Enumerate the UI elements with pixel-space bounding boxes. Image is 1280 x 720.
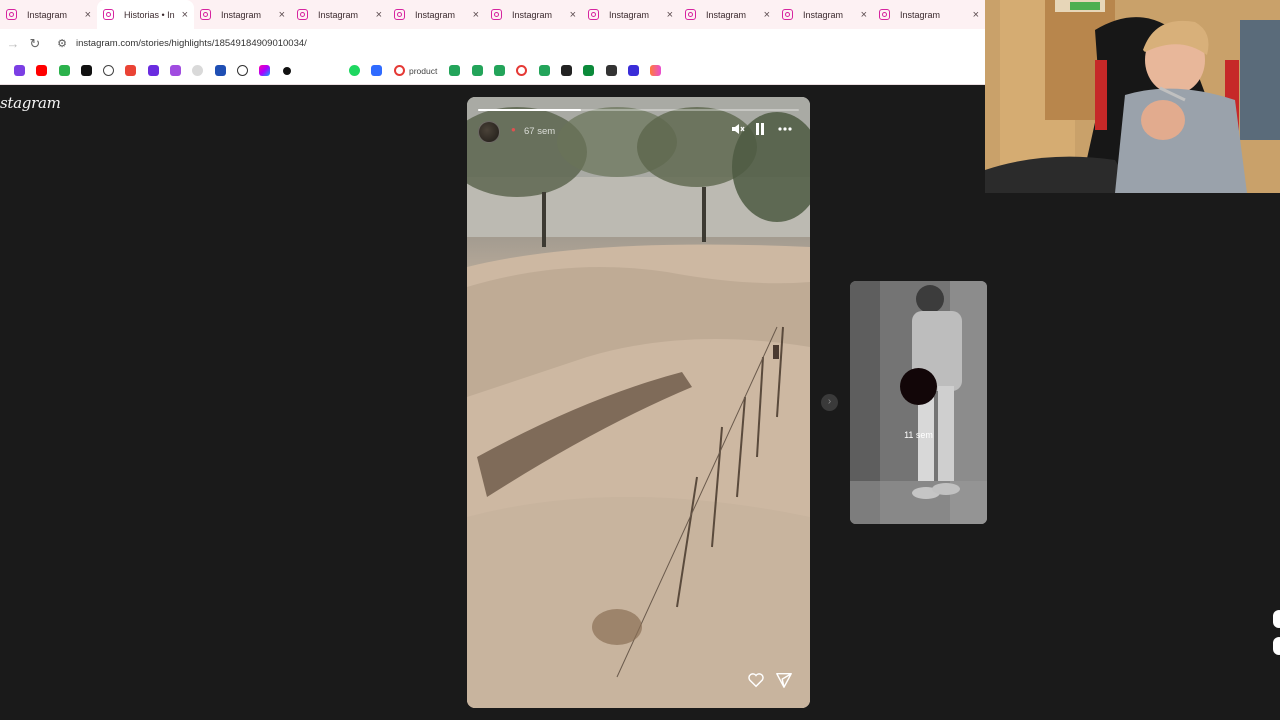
app-triangle-icon[interactable]: [259, 65, 270, 76]
paypal-icon[interactable]: [215, 65, 226, 76]
close-icon[interactable]: ×: [473, 9, 479, 21]
sheets-icon-2[interactable]: [472, 65, 483, 76]
sheets-icon-4[interactable]: [539, 65, 550, 76]
instagram-icon: [200, 9, 211, 20]
preview-timestamp: 11 sem: [904, 430, 933, 440]
app-orange-icon[interactable]: [650, 65, 661, 76]
tab-instagram-5[interactable]: Instagram ×: [388, 0, 485, 29]
tab-instagram-4[interactable]: Instagram ×: [291, 0, 388, 29]
instagram-icon: [103, 9, 114, 20]
close-icon[interactable]: ×: [570, 9, 576, 21]
app-blue-icon[interactable]: [628, 65, 639, 76]
tab-instagram-7[interactable]: Instagram ×: [582, 0, 679, 29]
tab-instagram-3[interactable]: Instagram ×: [194, 0, 291, 29]
tab-instagram-10[interactable]: Instagram ×: [873, 0, 985, 29]
next-story-preview[interactable]: 11 sem: [850, 281, 987, 524]
tab-label: Historias • In: [124, 9, 175, 20]
twitch-icon[interactable]: [14, 65, 25, 76]
avatar[interactable]: [478, 121, 500, 143]
site-info-icon[interactable]: ⚙: [52, 37, 72, 50]
story-video-frame: [467, 97, 810, 708]
tab-strip: Instagram × Historias • In × Instagram ×…: [0, 0, 985, 29]
play-icon[interactable]: [371, 65, 382, 76]
address-bar: → ↻ ⚙ instagram.com/stories/highlights/1…: [0, 29, 985, 58]
reload-icon[interactable]: ↻: [24, 36, 46, 52]
close-icon[interactable]: ×: [861, 9, 867, 21]
app-dark-icon[interactable]: [561, 65, 572, 76]
instagram-icon: [782, 9, 793, 20]
close-icon[interactable]: ×: [85, 9, 91, 21]
app-dark2-icon[interactable]: [606, 65, 617, 76]
tab-label: Instagram: [512, 9, 553, 20]
tab-label: Instagram: [706, 9, 747, 20]
gmail-icon[interactable]: [125, 65, 136, 76]
tab-historias[interactable]: Historias • In ×: [97, 0, 194, 29]
instagram-icon: [685, 9, 696, 20]
close-icon[interactable]: ×: [182, 9, 188, 21]
youtube-icon[interactable]: [36, 65, 47, 76]
bookmark-product[interactable]: product: [409, 66, 437, 76]
url-field[interactable]: instagram.com/stories/highlights/1854918…: [76, 38, 307, 49]
spotify-icon[interactable]: [349, 65, 360, 76]
tab-label: Instagram: [415, 9, 456, 20]
webcam-video: [985, 0, 1280, 193]
tiktok-icon[interactable]: [81, 65, 92, 76]
heart-icon[interactable]: [747, 671, 767, 691]
live-dot: ●: [511, 125, 516, 134]
tab-instagram-1[interactable]: Instagram ×: [0, 0, 97, 29]
close-icon[interactable]: ×: [764, 9, 770, 21]
app-18-icon[interactable]: [59, 65, 70, 76]
browser-window: Instagram × Historias • In × Instagram ×…: [0, 0, 985, 85]
close-icon[interactable]: ×: [376, 9, 382, 21]
canva-red-icon[interactable]: [516, 65, 527, 76]
tab-instagram-9[interactable]: Instagram ×: [776, 0, 873, 29]
send-icon[interactable]: [775, 671, 795, 691]
close-icon[interactable]: ×: [667, 9, 673, 21]
tab-label: Instagram: [221, 9, 262, 20]
sheets-icon-3[interactable]: [494, 65, 505, 76]
bookmarks-bar: product: [0, 58, 985, 85]
tab-label: Instagram: [609, 9, 650, 20]
avatar: [900, 368, 937, 405]
muted-speaker-icon[interactable]: [730, 122, 746, 140]
app-oo-icon[interactable]: [192, 65, 203, 76]
tab-instagram-8[interactable]: Instagram ×: [679, 0, 776, 29]
instagram-icon: [491, 9, 502, 20]
close-icon[interactable]: ×: [279, 9, 285, 21]
pause-icon[interactable]: [753, 122, 767, 140]
tab-instagram-6[interactable]: Instagram ×: [485, 0, 582, 29]
instagram-icon: [6, 9, 17, 20]
whatsapp-icon[interactable]: [237, 65, 248, 76]
app-green-icon[interactable]: [583, 65, 594, 76]
scroll-indicator: [1273, 637, 1280, 655]
app-dot-icon[interactable]: [283, 67, 291, 75]
instagram-icon: [588, 9, 599, 20]
instagram-icon: [879, 9, 890, 20]
tab-label: Instagram: [803, 9, 844, 20]
app-purple-icon[interactable]: [148, 65, 159, 76]
next-story-button[interactable]: ›: [821, 394, 838, 411]
app-pink-icon[interactable]: [170, 65, 181, 76]
story-progress-bar: [478, 109, 799, 111]
tab-label: Instagram: [318, 9, 359, 20]
more-icon[interactable]: [775, 122, 795, 140]
instagram-icon: [394, 9, 405, 20]
openai-icon[interactable]: [103, 65, 114, 76]
story-viewer[interactable]: ● 67 sem: [467, 97, 810, 708]
tab-label: Instagram: [27, 9, 68, 20]
close-icon[interactable]: ×: [973, 9, 979, 21]
instagram-logo[interactable]: stagram: [0, 94, 61, 112]
scroll-indicator: [1273, 610, 1280, 628]
instagram-icon: [297, 9, 308, 20]
canva-icon[interactable]: [394, 65, 405, 76]
tab-label: Instagram: [900, 9, 941, 20]
sheets-icon-1[interactable]: [449, 65, 460, 76]
webcam-overlay: [985, 0, 1280, 193]
story-progress-fill: [478, 109, 581, 111]
story-timestamp: 67 sem: [524, 126, 556, 137]
forward-icon[interactable]: →: [2, 36, 24, 51]
